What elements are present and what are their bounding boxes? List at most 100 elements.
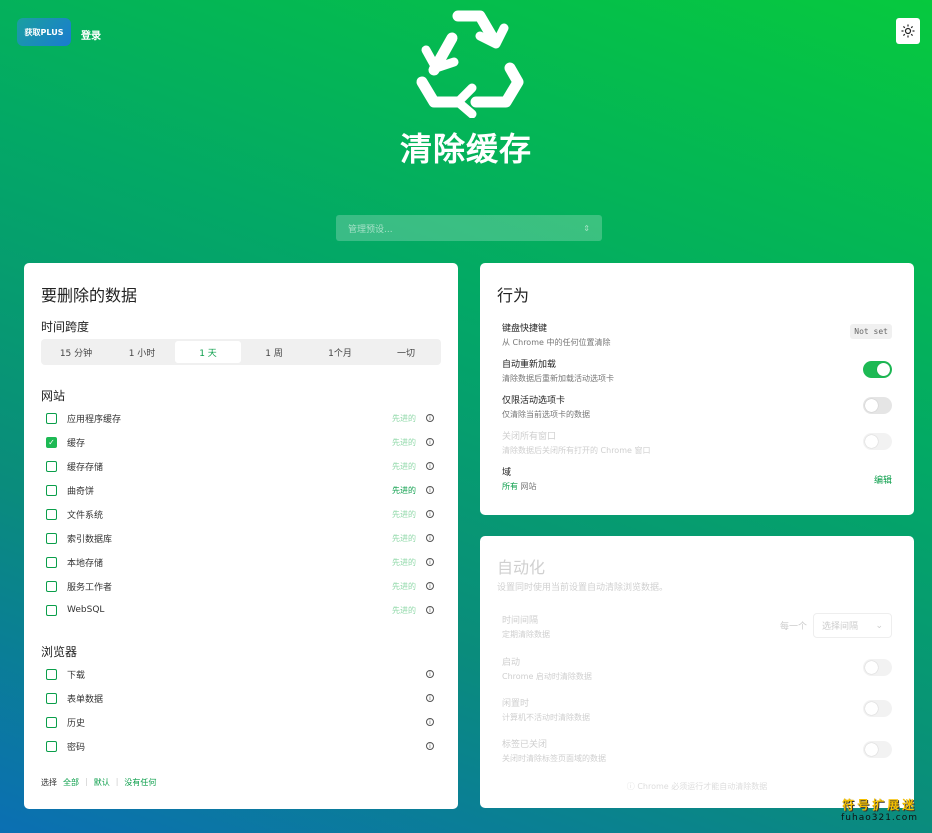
data-card-title: 要删除的数据 <box>41 286 138 305</box>
setting-auto-reload: 自动重新加载 清除数据后重新加载活动选项卡 <box>502 357 892 384</box>
shortcut-value[interactable]: Not set <box>850 324 892 339</box>
info-icon[interactable]: i <box>426 718 434 726</box>
idle-toggle[interactable] <box>863 700 892 717</box>
setting-subtitle: 从 Chrome 中的任何位置清除 <box>502 338 611 347</box>
item-label: 服务工作者 <box>67 582 113 593</box>
setting-title: 闲置时 <box>502 699 530 709</box>
info-icon[interactable]: i <box>426 670 434 678</box>
data-to-delete-card: 要删除的数据 时间跨度 15 分钟 1 小时 1 天 1 周 1个月 一切 网站… <box>24 263 458 809</box>
advanced-badge: 先进的 <box>392 509 416 519</box>
item-label: 文件系统 <box>67 510 104 521</box>
timespan-option[interactable]: 一切 <box>373 341 439 363</box>
list-item[interactable]: 下载 i <box>46 666 434 682</box>
list-item[interactable]: 索引数据库 先进的 i <box>46 530 434 546</box>
select-shortcuts: 选择 全部 | 默认 | 没有任何 <box>41 777 156 788</box>
info-icon[interactable]: i <box>426 462 434 470</box>
checkbox[interactable] <box>46 716 57 728</box>
info-icon[interactable]: i <box>426 486 434 494</box>
auto-reload-toggle[interactable] <box>863 361 892 378</box>
checkbox[interactable] <box>46 580 57 592</box>
setting-subtitle: 计算机不活动时清除数据 <box>502 713 590 722</box>
login-link[interactable]: 登录 <box>81 27 101 42</box>
info-icon[interactable]: i <box>426 606 434 614</box>
setting-title: 自动重新加载 <box>502 360 557 370</box>
item-label: WebSQL <box>67 605 105 615</box>
interval-select[interactable]: 选择间隔 ⌄ <box>813 613 892 638</box>
watermark: 符号扩展迷 fuhao321.com <box>841 796 918 823</box>
list-item[interactable]: 文件系统 先进的 i <box>46 506 434 522</box>
setting-startup: 启动 Chrome 启动时清除数据 <box>502 655 892 682</box>
item-label: 表单数据 <box>67 694 104 705</box>
divider: | <box>85 777 88 786</box>
checkbox[interactable] <box>46 668 57 680</box>
list-item[interactable]: 本地存储 先进的 i <box>46 554 434 570</box>
item-label: 曲奇饼 <box>67 486 95 497</box>
checkbox[interactable] <box>46 460 57 472</box>
checkbox[interactable] <box>46 604 57 616</box>
list-item[interactable]: 曲奇饼 先进的 i <box>46 482 434 498</box>
startup-toggle[interactable] <box>863 659 892 676</box>
item-label: 本地存储 <box>67 558 104 569</box>
setting-title: 键盘快捷键 <box>502 324 548 334</box>
advanced-badge: 先进的 <box>392 533 416 543</box>
checkbox-checked[interactable]: ✓ <box>46 436 57 448</box>
checkbox[interactable] <box>46 532 57 544</box>
info-icon[interactable]: i <box>426 694 434 702</box>
list-item[interactable]: 应用程序缓存 先进的 i <box>46 410 434 426</box>
checkbox[interactable] <box>46 740 57 752</box>
info-icon[interactable]: i <box>426 510 434 518</box>
list-item[interactable]: 服务工作者 先进的 i <box>46 578 434 594</box>
info-icon[interactable]: i <box>426 438 434 446</box>
select-all-link[interactable]: 全部 <box>63 777 79 788</box>
interval-every-label: 每一个 <box>779 622 807 632</box>
timespan-option-active[interactable]: 1 天 <box>175 341 241 363</box>
item-label: 索引数据库 <box>67 534 113 545</box>
info-icon[interactable]: i <box>426 742 434 750</box>
setting-title: 域 <box>502 468 512 478</box>
theme-toggle-button[interactable] <box>896 18 920 44</box>
item-label: 缓存存储 <box>67 462 104 473</box>
brand-logo[interactable]: 获取PLUS <box>17 18 71 46</box>
preset-placeholder: 管理预设... <box>348 224 393 235</box>
chevron-updown-icon: ⇕ <box>583 223 590 233</box>
info-icon[interactable]: i <box>426 534 434 542</box>
setting-subtitle: 清除数据后重新加载活动选项卡 <box>502 374 614 383</box>
list-item[interactable]: 密码 i <box>46 738 434 754</box>
checkbox[interactable] <box>46 484 57 496</box>
item-label: 下载 <box>67 670 86 681</box>
setting-subtitle: 清除数据后关闭所有打开的 Chrome 窗口 <box>502 446 651 455</box>
list-item[interactable]: 历史 i <box>46 714 434 730</box>
list-item[interactable]: 表单数据 i <box>46 690 434 706</box>
timespan-option[interactable]: 1 周 <box>241 341 307 363</box>
timespan-option[interactable]: 1个月 <box>307 341 373 363</box>
list-item[interactable]: ✓ 缓存 先进的 i <box>46 434 434 450</box>
setting-title: 关闭所有窗口 <box>502 432 557 442</box>
close-windows-toggle[interactable] <box>863 433 892 450</box>
timespan-segmented-control: 15 分钟 1 小时 1 天 1 周 1个月 一切 <box>41 339 441 365</box>
checkbox[interactable] <box>46 508 57 520</box>
info-icon[interactable]: i <box>426 558 434 566</box>
info-icon[interactable]: i <box>426 414 434 422</box>
checkbox[interactable] <box>46 412 57 424</box>
automation-footer-note: ⓘ Chrome 必须运行才能自动清除数据 <box>480 781 914 792</box>
timespan-option[interactable]: 15 分钟 <box>43 341 109 363</box>
divider: | <box>115 777 119 786</box>
setting-domain: 域 所有 网站 编辑 <box>502 465 892 492</box>
checkbox[interactable] <box>46 556 57 568</box>
select-default-link[interactable]: 默认 <box>94 777 110 788</box>
automation-card-title: 自动化 <box>497 558 546 577</box>
list-item[interactable]: 缓存存储 先进的 i <box>46 458 434 474</box>
edit-domain-link[interactable]: 编辑 <box>874 473 892 486</box>
list-item[interactable]: WebSQL 先进的 i <box>46 602 434 618</box>
checkbox[interactable] <box>46 692 57 704</box>
info-icon[interactable]: i <box>426 582 434 590</box>
tab-closed-toggle[interactable] <box>863 741 892 758</box>
setting-active-tab-only: 仅限活动选项卡 仅清除当前选项卡的数据 <box>502 393 892 420</box>
select-none-link[interactable]: 没有任何 <box>124 777 156 788</box>
website-section-label: 网站 <box>41 389 66 403</box>
timespan-option[interactable]: 1 小时 <box>109 341 175 363</box>
item-label: 缓存 <box>67 438 86 449</box>
active-tab-toggle[interactable] <box>863 397 892 414</box>
preset-select[interactable]: 管理预设... ⇕ <box>336 215 602 241</box>
footer-text: Chrome 必须运行才能自动清除数据 <box>637 782 768 791</box>
